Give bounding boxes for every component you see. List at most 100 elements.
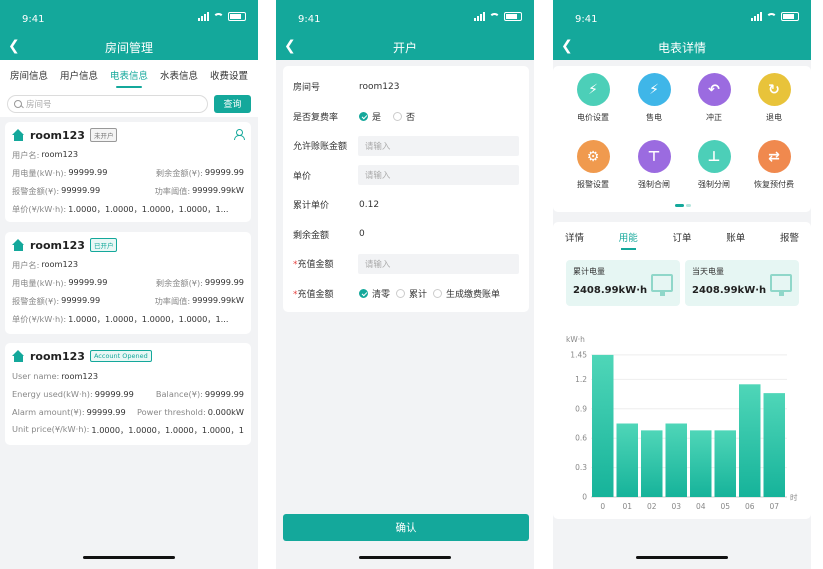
action-restore-prepaid[interactable]: ⇄ 恢复预付费 [746, 140, 802, 190]
radio-no[interactable]: 否 [393, 110, 415, 123]
y-tick-label: 1.45 [570, 350, 587, 359]
reuse-rate-label: 是否复费率 [293, 112, 339, 123]
price-input[interactable]: 请输入 [357, 165, 519, 186]
signal-icon [198, 12, 209, 21]
cumulative-price-value: 0.12 [359, 199, 380, 210]
home-indicator[interactable] [359, 556, 451, 559]
remain-value: 0 [359, 229, 365, 240]
bar[interactable] [714, 430, 737, 497]
alarm-line: 报警金额(¥): 99999.99 功率阈值: 99999.99kW [12, 292, 244, 310]
value: 99999.99 [94, 389, 134, 399]
room-name: room123 [30, 238, 85, 252]
meter-card[interactable]: room123 已开户 用户名: room123 用电量(kW·h): 99999.… [5, 232, 251, 334]
search-row: 房间号 查询 [0, 90, 258, 117]
radio-clear[interactable]: 清零 [359, 287, 390, 300]
remain-label: 剩余金额 [293, 230, 330, 241]
page-title: 房间管理 [104, 41, 153, 55]
recharge-label: *充值金额 [293, 257, 358, 270]
home-indicator[interactable] [636, 556, 728, 559]
signal-icon [474, 12, 485, 21]
tab-fee-settings[interactable]: 收费设置 [210, 60, 248, 90]
value: 99999.99 [68, 277, 108, 287]
user-icon[interactable] [233, 129, 245, 140]
action-label: 售电 [646, 113, 662, 122]
tab-usage[interactable]: 用能 [619, 224, 638, 250]
action-reverse[interactable]: ↶ 冲正 [686, 73, 742, 123]
bar[interactable] [690, 430, 712, 497]
action-alarm-setting[interactable]: ⚙ 报警设置 [565, 140, 621, 190]
bar[interactable] [592, 354, 614, 497]
radio-checked-icon [359, 111, 368, 121]
bar[interactable] [616, 423, 639, 498]
restore-icon: ⇄ [757, 140, 791, 173]
x-tick-label: 05 [720, 502, 730, 511]
user-line: 用户名: room123 [12, 146, 244, 164]
label: 功率阈值: [154, 296, 191, 306]
radio-unchecked-icon [393, 111, 403, 121]
tab-meter-info[interactable]: 电表信息 [110, 60, 148, 90]
user-line: 用户名: room123 [12, 256, 244, 274]
meter-card[interactable]: room123 未开户 用户名: room123 用电量(kW·h): 99999.… [5, 122, 251, 222]
value: room123 [41, 259, 79, 269]
action-label: 强制分闸 [698, 180, 730, 189]
label: 用户名: [12, 260, 40, 270]
meter-card[interactable]: room123 Account Opened User name: room123… [5, 343, 251, 445]
confirm-button[interactable]: 确认 [283, 514, 529, 541]
price-line: Unit price(¥/kW·h): 1.0000，1.0000，1.0000，… [12, 421, 244, 439]
recharge-input[interactable]: 请输入 [357, 253, 519, 274]
bar[interactable] [641, 430, 663, 497]
room-value: room123 [359, 81, 400, 92]
room-name: room123 [30, 128, 85, 142]
tab-alarms[interactable]: 报警 [780, 224, 799, 250]
tab-details[interactable]: 详情 [565, 224, 584, 250]
x-tick-label: 03 [671, 502, 681, 511]
card-header: room123 未开户 [12, 128, 244, 142]
tab-water-info[interactable]: 水表信息 [160, 60, 198, 90]
value: 99999.99 [204, 167, 244, 177]
radio-label: 生成缴费账单 [446, 289, 501, 300]
tab-user-info[interactable]: 用户信息 [60, 60, 98, 90]
status-icons [751, 12, 799, 21]
tab-room-info[interactable]: 房间信息 [10, 60, 48, 90]
lightning-return-icon: ↻ [757, 73, 791, 106]
label: 剩余金额(¥): [155, 168, 203, 178]
bar[interactable] [763, 393, 786, 497]
x-axis-unit: 时 [790, 492, 798, 502]
y-tick-label: 1.2 [575, 375, 587, 384]
room-row: 房间号 room123 [293, 72, 519, 102]
radio-generate-bill[interactable]: 生成缴费账单 [433, 287, 500, 300]
y-axis-unit: kW·h [566, 335, 585, 344]
action-force-close[interactable]: ⊤ 强制合闸 [626, 140, 682, 190]
value: 1.0000，1.0000，1.0000，1.0000，1... [68, 314, 229, 324]
action-refund-power[interactable]: ↻ 退电 [746, 73, 802, 123]
action-force-open[interactable]: ⊥ 强制分闸 [686, 140, 742, 190]
reverse-icon: ↶ [697, 73, 731, 106]
search-input[interactable]: 房间号 [7, 94, 208, 113]
tab-orders[interactable]: 订单 [672, 224, 691, 250]
label: Alarm amount(¥): [12, 407, 85, 417]
open-account-screen: 9:41 ❮ 开户 房间号 room123 是否复费率 是 否 允许赊账金额 请… [276, 0, 534, 569]
tab-bills[interactable]: 账单 [726, 224, 745, 250]
home-indicator[interactable] [83, 556, 175, 559]
label: 单价(¥/kW·h): [12, 314, 67, 324]
credit-input[interactable]: 请输入 [357, 135, 519, 156]
x-tick-label: 0 [600, 502, 605, 511]
label: 用电量(kW·h): [12, 168, 67, 178]
recharge-mode-label: *充值金额 [293, 287, 359, 300]
bar[interactable] [739, 384, 761, 497]
open-account-form: 房间号 room123 是否复费率 是 否 允许赊账金额 请输入 单价 请输入 … [283, 66, 529, 312]
value: 99999.99 [86, 407, 126, 417]
x-tick-label: 06 [745, 502, 755, 511]
radio-accumulate[interactable]: 累计 [396, 287, 427, 300]
label: Unit price(¥/kW·h): [12, 424, 90, 434]
radio-label: 累计 [409, 289, 428, 300]
today-energy-stat: 当天电量 2408.99kW·h [685, 260, 799, 306]
value: 1.0000，1.0000，1.0000，1.0000，1... [68, 204, 229, 214]
radio-yes[interactable]: 是 [359, 110, 381, 123]
radio-label: 否 [406, 112, 416, 123]
query-button[interactable]: 查询 [214, 94, 251, 113]
bar[interactable] [665, 423, 688, 498]
page-title: 开户 [392, 41, 417, 55]
action-sell-power[interactable]: ⚡ 售电 [626, 73, 682, 123]
action-price-setting[interactable]: ⚡ 电价设置 [565, 73, 621, 123]
